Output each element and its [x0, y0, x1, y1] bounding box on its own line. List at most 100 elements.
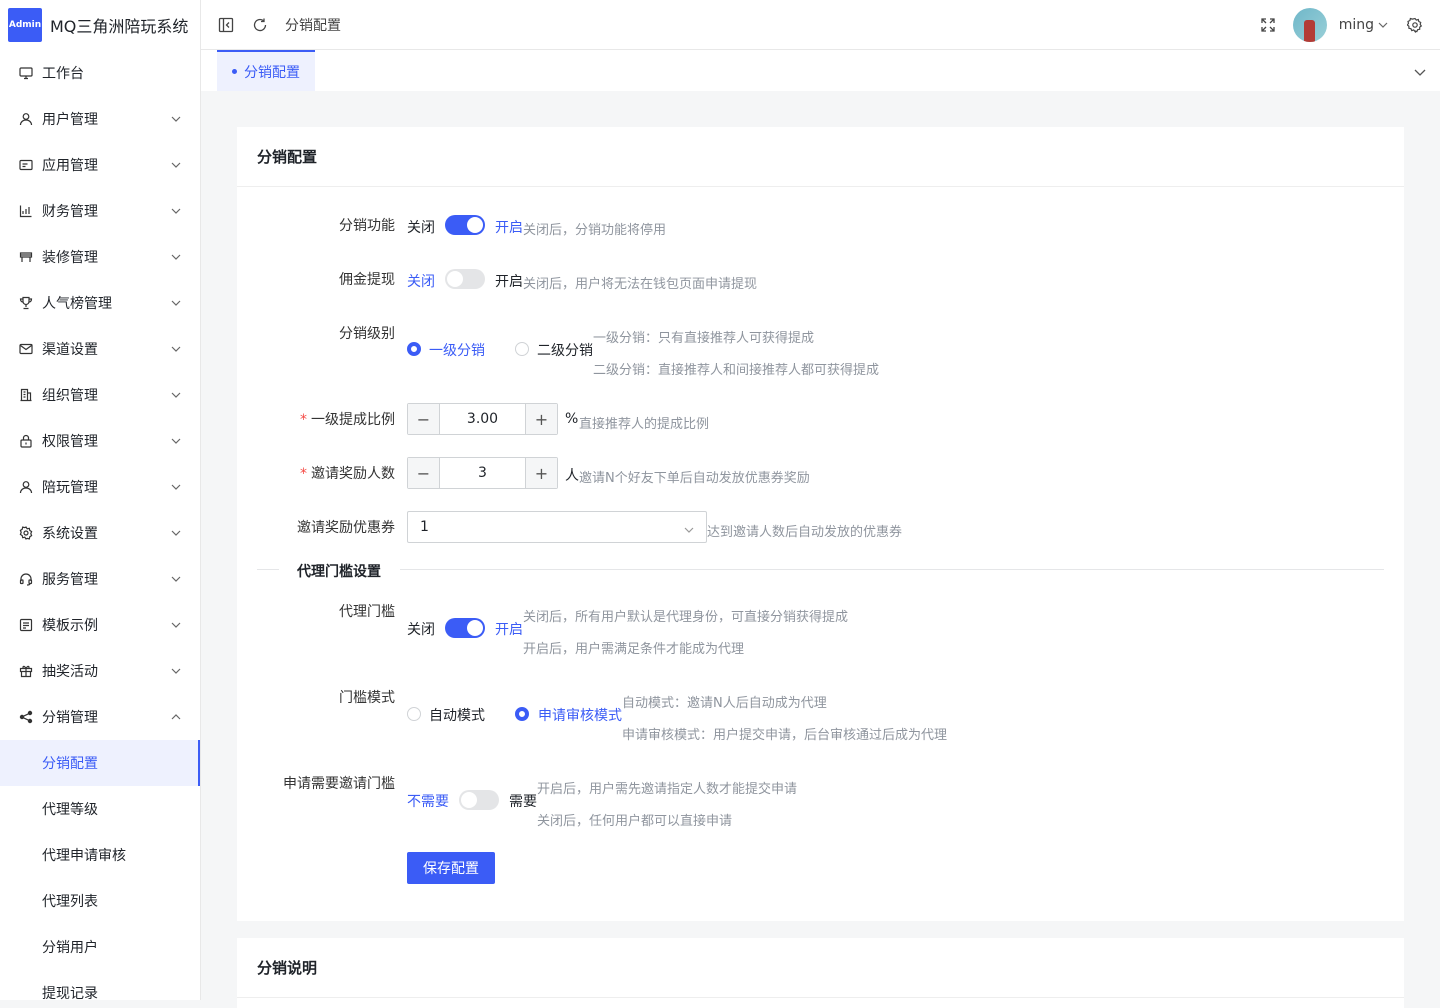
sidebar-item-services[interactable]: 服务管理 [0, 556, 200, 602]
chevron-down-icon [170, 481, 182, 493]
invite-threshold-switch[interactable] [459, 790, 499, 810]
sidebar-item-label: 系统设置 [42, 526, 98, 542]
sidebar-item-label: 人气榜管理 [42, 296, 112, 312]
form-label: * 邀请奖励人数 [300, 463, 395, 483]
sidebar-item-label: 财务管理 [42, 204, 98, 220]
sidebar-item-templates[interactable]: 模板示例 [0, 602, 200, 648]
username[interactable]: ming [1339, 17, 1374, 33]
field-hint: 关闭后，所有用户默认是代理身份，可直接分销获得提成 [523, 610, 849, 625]
tab-distribution-config[interactable]: 分销配置 [217, 50, 315, 91]
avatar[interactable] [1292, 8, 1327, 42]
sidebar-subitem-distribution-config[interactable]: 分销配置 [0, 740, 200, 786]
user-icon [18, 111, 34, 127]
radio-label[interactable]: 自动模式 [429, 705, 485, 725]
level-radio-1[interactable] [407, 342, 421, 356]
unit-label: 人 [565, 468, 579, 484]
sidebar-item-label: 用户管理 [42, 112, 98, 128]
mode-radio-auto[interactable] [407, 707, 421, 721]
increment-button[interactable]: + [525, 458, 557, 488]
radio-label[interactable]: 二级分销 [537, 340, 593, 360]
mode-radio-review[interactable] [515, 707, 529, 721]
sidebar-subitem-agent-list[interactable]: 代理列表 [0, 878, 200, 924]
stepper-value[interactable]: 3 [440, 458, 525, 488]
sidebar-item-channels[interactable]: 渠道设置 [0, 326, 200, 372]
switch-off-label: 不需要 [407, 794, 449, 810]
coupon-select[interactable]: 1 [407, 511, 707, 543]
sidebar-item-companions[interactable]: 陪玩管理 [0, 464, 200, 510]
field-hint: 达到邀请人数后自动发放的优惠券 [707, 525, 903, 540]
sidebar-item-popularity[interactable]: 人气榜管理 [0, 280, 200, 326]
collapse-sidebar-icon[interactable] [217, 16, 235, 34]
chevron-down-icon [170, 343, 182, 355]
refresh-icon[interactable] [251, 16, 269, 34]
field-hint: 直接推荐人的提成比例 [579, 417, 710, 432]
chevron-down-icon [170, 297, 182, 309]
ratio-stepper[interactable]: − 3.00 + [407, 403, 558, 435]
stepper-value[interactable]: 3.00 [440, 404, 525, 434]
form-label: 分销功能 [339, 218, 395, 234]
distribution-switch[interactable] [445, 215, 485, 235]
section-divider [257, 569, 279, 570]
sidebar-item-organization[interactable]: 组织管理 [0, 372, 200, 418]
chevron-down-icon [170, 619, 182, 631]
sidebar-subitem-agent-level[interactable]: 代理等级 [0, 786, 200, 832]
radio-label[interactable]: 一级分销 [429, 340, 485, 360]
chevron-down-icon[interactable] [1414, 64, 1426, 80]
select-value: 1 [420, 519, 429, 535]
fullscreen-icon[interactable] [1259, 16, 1277, 34]
field-hint: 开启后，用户需满足条件才能成为代理 [523, 642, 745, 657]
sidebar-subitem-agent-review[interactable]: 代理申请审核 [0, 832, 200, 878]
sidebar-subitem-distribution-users[interactable]: 分销用户 [0, 924, 200, 970]
chevron-down-icon[interactable] [1376, 16, 1390, 34]
tab-label: 分销配置 [244, 64, 300, 81]
sidebar-item-finance[interactable]: 财务管理 [0, 188, 200, 234]
required-mark: * [300, 412, 307, 428]
sidebar-item-decoration[interactable]: 装修管理 [0, 234, 200, 280]
decrement-button[interactable]: − [408, 458, 440, 488]
invite-count-stepper[interactable]: − 3 + [407, 457, 558, 489]
chevron-down-icon [170, 573, 182, 585]
sidebar-item-lottery[interactable]: 抽奖活动 [0, 648, 200, 694]
sidebar-item-users[interactable]: 用户管理 [0, 96, 200, 142]
mail-icon [18, 341, 34, 357]
form-label: 邀请奖励优惠券 [297, 520, 395, 536]
sidebar: Admin MQ三角洲陪玩系统 工作台 用户管理 应用管理 财务管理 装修管理 … [0, 0, 201, 1000]
form-label: 代理门槛 [339, 604, 395, 620]
chevron-down-icon [170, 113, 182, 125]
sidebar-item-label: 抽奖活动 [42, 664, 98, 680]
field-hint: 一级分销：只有直接推荐人可获得提成 [593, 331, 815, 346]
switch-on-label: 开启 [495, 274, 523, 290]
sidebar-item-permissions[interactable]: 权限管理 [0, 418, 200, 464]
sidebar-item-distribution[interactable]: 分销管理 [0, 694, 200, 740]
building-icon [18, 387, 34, 403]
logo[interactable]: Admin MQ三角洲陪玩系统 [0, 0, 200, 50]
settings-icon[interactable] [1406, 16, 1424, 34]
save-config-button[interactable]: 保存配置 [407, 852, 495, 884]
sidebar-item-label: 组织管理 [42, 388, 98, 404]
withdraw-switch[interactable] [445, 269, 485, 289]
sidebar-subitem-withdraw-records[interactable]: 提现记录 [0, 970, 200, 1000]
sidebar-item-system[interactable]: 系统设置 [0, 510, 200, 556]
template-icon [18, 617, 34, 633]
radio-label[interactable]: 申请审核模式 [538, 705, 622, 725]
logo-badge: Admin [8, 8, 42, 42]
chevron-down-icon [170, 159, 182, 171]
sidebar-item-apps[interactable]: 应用管理 [0, 142, 200, 188]
sidebar-item-label: 分销管理 [42, 710, 98, 726]
sidebar-item-label: 装修管理 [42, 250, 98, 266]
switch-knob [447, 271, 463, 287]
sidebar-item-label: 陪玩管理 [42, 480, 98, 496]
agent-threshold-switch[interactable] [445, 618, 485, 638]
info-card: 分销说明 [237, 938, 1404, 1008]
config-card: 分销配置 分销功能 关闭 开启 关闭后，分销功能将停用 佣金提现 关闭 开启 关… [237, 127, 1404, 921]
decrement-button[interactable]: − [408, 404, 440, 434]
field-hint: 关闭后，任何用户都可以直接申请 [537, 814, 733, 829]
form-label-text: 一级提成比例 [311, 412, 395, 428]
level-radio-2[interactable] [515, 342, 529, 356]
increment-button[interactable]: + [525, 404, 557, 434]
sidebar-item-label: 工作台 [42, 66, 84, 82]
field-hint: 开启后，用户需先邀请指定人数才能提交申请 [537, 782, 798, 797]
sidebar-item-workbench[interactable]: 工作台 [0, 50, 200, 96]
active-dot [232, 69, 237, 74]
chevron-down-icon [170, 435, 182, 447]
